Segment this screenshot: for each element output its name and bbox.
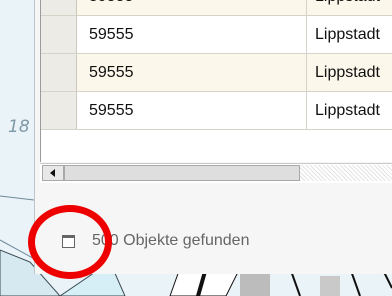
city-cell: Lippstadt (315, 64, 380, 81)
table-row[interactable]: 59555 Lippstadt (41, 54, 392, 92)
row-header[interactable] (41, 16, 77, 53)
row-header[interactable] (41, 0, 77, 15)
arrow-left-icon (50, 169, 55, 177)
table-row[interactable]: 59555 Lippstadt (41, 92, 392, 130)
row-header[interactable] (41, 54, 77, 91)
map-label: 18 (8, 117, 30, 137)
plz-cell: 59555 (89, 16, 307, 53)
plz-cell: 59555 (89, 54, 307, 91)
table-row[interactable]: 59555 Lippstadt (41, 16, 392, 54)
results-count-status: 500 Objekte gefunden (92, 232, 250, 249)
scroll-track[interactable] (300, 165, 392, 181)
row-header[interactable] (41, 92, 77, 129)
city-cell: Lippstadt (315, 102, 380, 119)
plz-cell: 59555 (89, 0, 307, 15)
results-table: 59555 Lippstadt 59555 Lippstadt 59555 Li… (40, 0, 392, 162)
table-row[interactable]: 59555 Lippstadt (41, 0, 392, 16)
city-cell: Lippstadt (315, 26, 380, 43)
city-cell: Lippstadt (315, 0, 392, 15)
highlight-circle (28, 205, 112, 279)
scroll-thumb[interactable] (64, 165, 300, 181)
plz-cell: 59555 (89, 92, 307, 129)
scroll-left-button[interactable] (42, 165, 64, 181)
